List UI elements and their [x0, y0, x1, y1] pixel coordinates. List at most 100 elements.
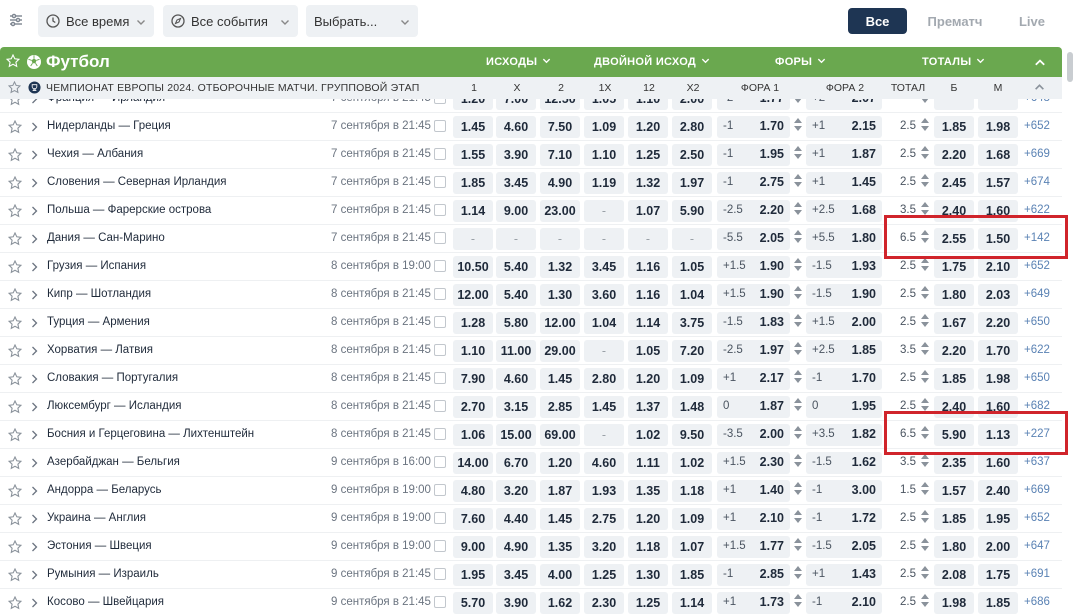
stats-icon[interactable]	[434, 204, 446, 216]
handicap-2-cell[interactable]: -1 3.00	[806, 480, 882, 502]
handicap-1-cell[interactable]: +1.5 1.90	[717, 256, 790, 278]
time-filter-dropdown[interactable]: Все время	[38, 5, 154, 37]
star-icon[interactable]	[7, 567, 23, 585]
more-markets-link[interactable]: +647	[1024, 540, 1050, 552]
odds-cell[interactable]: 5.70	[453, 592, 493, 614]
handicap-1-cell[interactable]: -3.5 2.00	[717, 424, 790, 446]
odds-cell[interactable]: -	[584, 228, 624, 250]
match-teams[interactable]: Косово — Швейцария	[47, 596, 164, 608]
odds-cell[interactable]: 1.14	[672, 592, 712, 614]
scrollbar-thumb[interactable]	[1067, 52, 1073, 82]
match-teams[interactable]: Андорра — Беларусь	[47, 484, 162, 496]
odds-cell[interactable]: 1.05	[628, 340, 668, 362]
odds-cell[interactable]: 1.06	[453, 424, 493, 446]
handicap-2-cell[interactable]: +3.5 1.82	[806, 424, 882, 446]
match-teams[interactable]: Босния и Герцеговина — Лихтенштейн	[47, 428, 254, 440]
star-icon[interactable]	[7, 539, 23, 557]
odds-cell[interactable]: 1.02	[672, 452, 712, 474]
match-teams[interactable]: Польша — Фарерские острова	[47, 204, 211, 216]
odds-cell[interactable]: 1.10	[453, 340, 493, 362]
over-odds-cell[interactable]: 2.20	[934, 144, 974, 166]
odds-cell[interactable]: 1.09	[672, 368, 712, 390]
odds-cell[interactable]: 1.85	[672, 564, 712, 586]
under-odds-cell[interactable]: 1.68	[978, 144, 1018, 166]
odds-cell[interactable]: 4.60	[496, 116, 536, 138]
odds-cell[interactable]: 5.40	[496, 256, 536, 278]
more-markets-link[interactable]: +652	[1024, 512, 1050, 524]
odds-cell[interactable]: 1.18	[628, 536, 668, 558]
odds-cell[interactable]: 1.10	[584, 144, 624, 166]
star-icon[interactable]	[7, 175, 23, 193]
events-filter-dropdown[interactable]: Все события	[163, 5, 298, 37]
odds-cell[interactable]: 1.30	[540, 284, 580, 306]
odds-cell[interactable]: 1.20	[453, 99, 493, 110]
star-icon[interactable]	[7, 427, 23, 445]
over-odds-cell[interactable]: 2.08	[934, 564, 974, 586]
odds-cell[interactable]: -	[584, 340, 624, 362]
handicap-2-cell[interactable]: +1 2.15	[806, 116, 882, 138]
odds-cell[interactable]: 1.55	[453, 144, 493, 166]
stats-icon[interactable]	[434, 120, 446, 132]
match-teams[interactable]: Эстония — Швеция	[47, 540, 152, 552]
table-row[interactable]: Андорра — Беларусь 9 сентября в 19:00 4.80…	[0, 477, 1062, 505]
match-teams[interactable]: Азербайджан — Бельгия	[47, 456, 180, 468]
handicap-1-cell[interactable]: -1 1.70	[717, 116, 790, 138]
odds-cell[interactable]: 9.00	[453, 536, 493, 558]
star-icon[interactable]	[7, 287, 23, 305]
under-odds-cell[interactable]: 1.98	[978, 368, 1018, 390]
more-markets-link[interactable]: +650	[1024, 372, 1050, 384]
odds-cell[interactable]: 4.00	[540, 564, 580, 586]
star-icon[interactable]	[7, 147, 23, 165]
handicap-2-cell[interactable]: +1.5 2.00	[806, 312, 882, 334]
more-markets-link[interactable]: +686	[1024, 596, 1050, 608]
odds-cell[interactable]: 3.60	[584, 284, 624, 306]
odds-cell[interactable]: 12.00	[453, 284, 493, 306]
odds-cell[interactable]: 3.45	[584, 256, 624, 278]
under-odds-cell[interactable]: 2.40	[978, 480, 1018, 502]
under-odds-cell[interactable]: 1.75	[978, 564, 1018, 586]
chevron-right-icon[interactable]	[31, 346, 38, 359]
chevron-right-icon[interactable]	[31, 514, 38, 527]
odds-cell[interactable]: 1.45	[453, 116, 493, 138]
odds-cell[interactable]: 1.20	[628, 116, 668, 138]
chevron-right-icon[interactable]	[31, 598, 38, 611]
handicap-2-cell[interactable]: +2.5 1.68	[806, 200, 882, 222]
odds-cell[interactable]: 4.80	[453, 480, 493, 502]
stats-icon[interactable]	[434, 596, 446, 608]
odds-cell[interactable]: -	[584, 200, 624, 222]
group-handicaps[interactable]: ФОРЫ	[775, 56, 826, 68]
table-row[interactable]: Косово — Швейцария 9 сентября в 21:45 5.70…	[0, 589, 1062, 615]
odds-cell[interactable]: 29.00	[540, 340, 580, 362]
chevron-right-icon[interactable]	[31, 402, 38, 415]
odds-cell[interactable]: 1.18	[672, 480, 712, 502]
match-teams[interactable]: Словения — Северная Ирландия	[47, 176, 227, 188]
star-icon[interactable]	[7, 259, 23, 277]
star-icon[interactable]	[7, 119, 23, 137]
odds-cell[interactable]: 5.90	[672, 200, 712, 222]
match-teams[interactable]: Грузия — Испания	[47, 260, 146, 272]
match-teams[interactable]: Кипр — Шотландия	[47, 288, 151, 300]
group-totals[interactable]: ТОТАЛЫ	[922, 56, 985, 68]
table-row[interactable]: Словения — Северная Ирландия 7 сентября в…	[0, 169, 1062, 197]
odds-cell[interactable]: 1.93	[584, 480, 624, 502]
stats-icon[interactable]	[434, 456, 446, 468]
handicap-1-cell[interactable]: -2 1.77	[717, 99, 790, 110]
more-markets-link[interactable]: +669	[1024, 148, 1050, 160]
chevron-right-icon[interactable]	[31, 430, 38, 443]
chevron-up-icon[interactable]	[1034, 82, 1045, 96]
group-outcomes[interactable]: ИСХОДЫ	[486, 56, 551, 68]
chevron-right-icon[interactable]	[31, 178, 38, 191]
scrollbar[interactable]	[1066, 47, 1074, 615]
odds-cell[interactable]: 1.14	[453, 200, 493, 222]
chevron-right-icon[interactable]	[31, 122, 38, 135]
odds-cell[interactable]: 9.00	[496, 200, 536, 222]
more-markets-link[interactable]: +652	[1024, 120, 1050, 132]
star-icon[interactable]	[7, 371, 23, 389]
more-markets-link[interactable]: +637	[1024, 456, 1050, 468]
chevron-right-icon[interactable]	[31, 234, 38, 247]
stats-icon[interactable]	[434, 400, 446, 412]
star-icon[interactable]	[5, 53, 21, 73]
odds-cell[interactable]: 1.32	[628, 172, 668, 194]
more-markets-link[interactable]: +650	[1024, 316, 1050, 328]
handicap-1-cell[interactable]: -5.5 2.05	[717, 228, 790, 250]
